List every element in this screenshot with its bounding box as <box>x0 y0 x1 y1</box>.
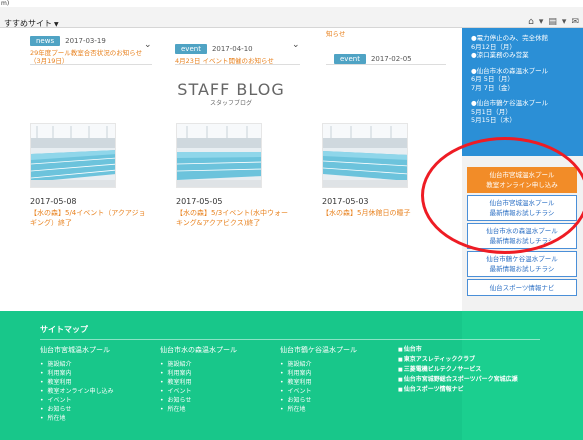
notice-text: ●涼口業務のみ営業 <box>471 51 529 59</box>
button-line: 最新情報お試しチラシ <box>489 237 555 245</box>
sitemap-link[interactable]: 教室オンライン申し込み <box>40 387 114 396</box>
feed-icon[interactable]: ▤ <box>548 17 557 27</box>
pool-photo[interactable] <box>30 123 116 188</box>
page: m) すすめサイト ▼ ⌂ ▾ ▤ ▾ ✉ news 2017-03-19 29年度… <box>0 0 583 440</box>
notice-text: 6月 5日（月） <box>471 75 514 83</box>
online-application-button[interactable]: 仙台市宮城温水プール 教室オンライン申し込み <box>467 167 577 193</box>
sitemap-link[interactable]: 教室利用 <box>40 378 114 387</box>
blog-post[interactable]: 2017-05-08 【水の森】5/4イベント（アクアジョギング）終了 <box>30 123 146 228</box>
sitemap-link[interactable]: お知らせ <box>280 396 357 405</box>
sitemap-link[interactable]: 教室利用 <box>160 378 237 387</box>
sitemap-link[interactable]: 利用案内 <box>160 369 237 378</box>
notice-text: 5月15日（木） <box>471 116 516 124</box>
closure-notices: ●電力停止のみ、完全休館 6月12日（月） ●涼口業務のみ営業 ●仙台市水の森温… <box>462 28 583 156</box>
column-heading[interactable]: 仙台市水の森温水プール <box>160 345 237 355</box>
chevron-down-icon: ▼ <box>54 21 59 28</box>
notice-text: 7月 7日（金） <box>471 83 514 92</box>
news-date: 2017-04-10 <box>211 45 253 53</box>
post-title[interactable]: 【水の森】5/3イベント(水中ウォーキング&アクアビクス)終了 <box>176 208 292 228</box>
notice-text: ●電力停止のみ、完全休館 <box>471 34 549 42</box>
column-heading[interactable]: 仙台市鶴ケ谷温水プール <box>280 345 357 355</box>
sitemap-link[interactable]: 利用案内 <box>280 369 357 378</box>
button-line: 仙台市鶴ケ谷温水プール <box>486 255 558 263</box>
sports-navi-button[interactable]: 仙台スポーツ情報ナビ <box>467 279 577 296</box>
sitemap-column: 仙台市鶴ケ谷温水プール 施設紹介 利用案内 教室利用 イベント お知らせ 所在地 <box>280 345 357 414</box>
external-link[interactable]: 東京アスレティッククラブ <box>398 355 518 365</box>
main-content: news 2017-03-19 29年度プール教室合否状況のお知らせ（3月19日）… <box>0 28 462 311</box>
sitemap-link[interactable]: 所在地 <box>160 405 237 414</box>
sitemap-link[interactable]: 教室利用 <box>280 378 357 387</box>
news-date: 2017-03-19 <box>65 37 106 45</box>
pool-photo[interactable] <box>176 123 262 188</box>
notice-text: ●仙台市水の森温水プール <box>471 66 549 75</box>
home-icon[interactable]: ⌂ <box>528 17 534 27</box>
news-title[interactable]: 4月23日 イベント開催のお知らせ <box>175 57 300 65</box>
post-date: 2017-05-03 <box>322 197 369 206</box>
news-badge: news <box>30 36 61 46</box>
footer: サイトマップ 仙台市宮城温水プール 施設紹介 利用案内 教室利用 教室オンライン… <box>0 311 583 440</box>
news-card[interactable]: 知らせ event 2017-02-05 <box>326 28 446 65</box>
button-line: 仙台市水の森温水プール <box>486 227 558 235</box>
sitemap-column: 仙台市水の森温水プール 施設紹介 利用案内 教室利用 イベント お知らせ 所在地 <box>160 345 237 414</box>
sitemap-link[interactable]: 施設紹介 <box>40 360 114 369</box>
news-badge: event <box>175 44 207 54</box>
chevron-down-icon[interactable]: ▾ <box>562 17 567 27</box>
sitemap-link[interactable]: 所在地 <box>40 414 114 423</box>
pool-photo[interactable] <box>322 123 408 188</box>
browser-favorites-bar: すすめサイト ▼ ⌂ ▾ ▤ ▾ ✉ <box>0 7 583 28</box>
sitemap-link[interactable]: イベント <box>40 396 114 405</box>
external-link[interactable]: 仙台市宮城野総合スポーツパーク宮城広瀬 <box>398 375 518 385</box>
column-heading[interactable]: 仙台市宮城温水プール <box>40 345 114 355</box>
sitemap-link[interactable]: お知らせ <box>40 405 114 414</box>
sitemap-link[interactable]: 施設紹介 <box>280 360 357 369</box>
sitemap-link[interactable]: 利用案内 <box>40 369 114 378</box>
favorites-label: すすめサイト <box>4 19 52 28</box>
notice-text: 6月12日（月） <box>471 42 516 51</box>
sitemap-link[interactable]: 施設紹介 <box>160 360 237 369</box>
tsurugaya-flyer-button[interactable]: 仙台市鶴ケ谷温水プール 最新情報お試しチラシ <box>467 251 577 277</box>
sitemap-link[interactable]: イベント <box>160 387 237 396</box>
news-badge: event <box>334 54 366 64</box>
sitemap-link[interactable]: イベント <box>280 387 357 396</box>
sitemap-link[interactable]: 所在地 <box>280 405 357 414</box>
sitemap-title: サイトマップ <box>40 325 88 334</box>
news-date: 2017-02-05 <box>370 55 412 63</box>
external-link[interactable]: 三菱電機ビルテクノサービス <box>398 365 518 375</box>
news-card[interactable]: event 2017-04-10 4月23日 イベント開催のお知らせ <box>175 28 300 65</box>
news-card[interactable]: news 2017-03-19 29年度プール教室合否状況のお知らせ（3月19日） <box>30 28 152 65</box>
blog-subtitle: スタッフブログ <box>209 100 252 107</box>
button-line: 仙台市宮城温水プール <box>489 199 555 207</box>
sidebar: ●電力停止のみ、完全休館 6月12日（月） ●涼口業務のみ営業 ●仙台市水の森温… <box>462 28 583 311</box>
miyagi-flyer-button[interactable]: 仙台市宮城温水プール 最新情報お試しチラシ <box>467 195 577 221</box>
mail-icon[interactable]: ✉ <box>571 17 579 27</box>
post-date: 2017-05-08 <box>30 197 77 206</box>
news-title[interactable]: 29年度プール教室合否状況のお知らせ（3月19日） <box>30 49 152 65</box>
sitemap-column: 仙台市宮城温水プール 施設紹介 利用案内 教室利用 教室オンライン申し込み イベ… <box>40 345 114 423</box>
sitemap-link[interactable]: お知らせ <box>160 396 237 405</box>
notice-text: 5月1日（月） <box>471 107 512 116</box>
external-links: 仙台市 東京アスレティッククラブ 三菱電機ビルテクノサービス 仙台市宮城野総合ス… <box>398 345 518 395</box>
browser-tab-fragment: m) <box>1 0 10 7</box>
button-line: 仙台市宮城温水プール <box>489 171 555 179</box>
blog-post[interactable]: 2017-05-03 【水の森】5月休館日の瞳子 <box>322 123 438 218</box>
browser-toolbar: ⌂ ▾ ▤ ▾ ✉ <box>528 17 579 27</box>
news-title[interactable]: 知らせ <box>326 30 446 38</box>
button-line: 仙台スポーツ情報ナビ <box>489 284 555 292</box>
post-title[interactable]: 【水の森】5月休館日の瞳子 <box>322 208 438 218</box>
chevron-down-icon[interactable]: ▾ <box>539 17 544 27</box>
divider <box>40 339 540 340</box>
button-line: 教室オンライン申し込み <box>486 181 558 189</box>
button-line: 最新情報お試しチラシ <box>489 265 555 273</box>
button-line: 最新情報お試しチラシ <box>489 209 555 217</box>
external-link[interactable]: 仙台市 <box>398 345 518 355</box>
blog-post[interactable]: 2017-05-05 【水の森】5/3イベント(水中ウォーキング&アクアビクス)… <box>176 123 292 228</box>
post-date: 2017-05-05 <box>176 197 223 206</box>
notice-text: ●仙台市鶴ケ谷温水プール <box>471 99 549 107</box>
chevron-down-icon[interactable]: ⌄ <box>292 40 300 50</box>
external-link[interactable]: 仙台スポーツ情報ナビ <box>398 385 518 395</box>
blog-title: STAFF BLOG <box>177 80 285 99</box>
mizunomori-flyer-button[interactable]: 仙台市水の森温水プール 最新情報お試しチラシ <box>467 223 577 249</box>
chevron-down-icon[interactable]: ⌄ <box>144 40 152 50</box>
post-title[interactable]: 【水の森】5/4イベント（アクアジョギング）終了 <box>30 208 146 228</box>
